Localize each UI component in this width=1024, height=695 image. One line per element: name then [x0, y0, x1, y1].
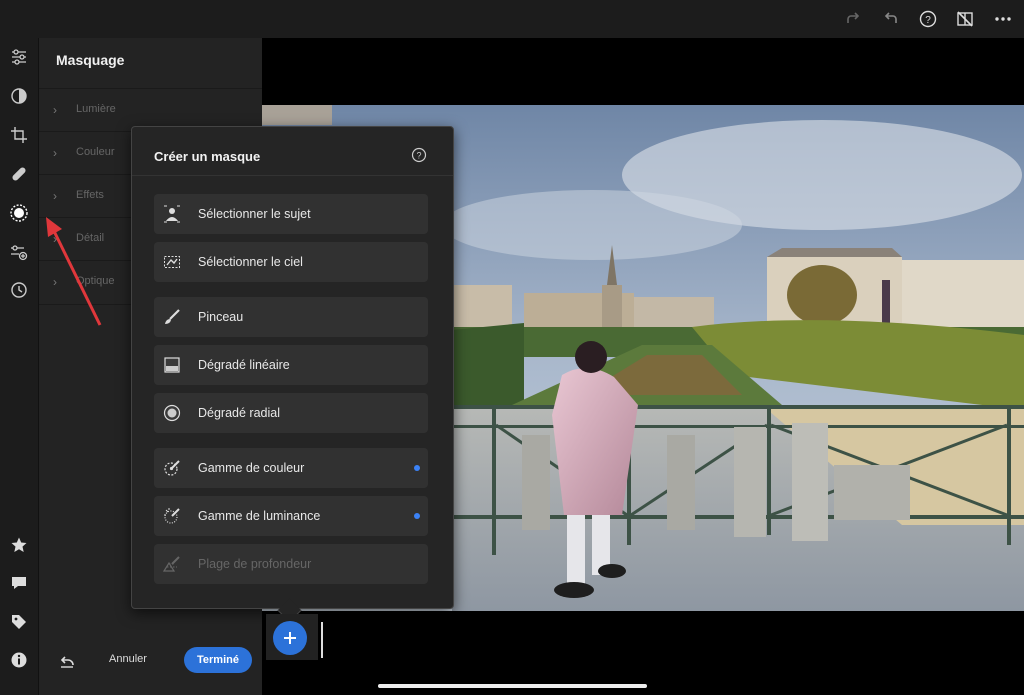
- option-linear-gradient[interactable]: Dégradé linéaire: [154, 345, 428, 385]
- top-bar: ?: [0, 0, 1024, 38]
- home-indicator: [378, 684, 647, 688]
- option-color-range[interactable]: Gamme de couleur: [154, 448, 428, 488]
- svg-text:?: ?: [925, 15, 931, 26]
- add-mask-button[interactable]: [273, 621, 307, 655]
- done-button[interactable]: Terminé: [184, 647, 252, 673]
- linear-gradient-icon: [163, 356, 181, 374]
- luminance-range-icon: [163, 507, 181, 525]
- new-badge-dot: [414, 465, 420, 471]
- divider: [132, 175, 453, 176]
- edit-sliders-icon[interactable]: [8, 46, 30, 68]
- tag-icon[interactable]: [8, 611, 30, 633]
- option-select-sky[interactable]: Sélectionner le ciel: [154, 242, 428, 282]
- option-depth-range: Plage de profondeur: [154, 544, 428, 584]
- photo-edge: [262, 105, 332, 125]
- option-label: Dégradé radial: [198, 406, 280, 420]
- option-luminance-range[interactable]: Gamme de luminance: [154, 496, 428, 536]
- compare-off-icon[interactable]: [954, 8, 976, 30]
- undo-icon: [60, 656, 74, 668]
- cancel-button[interactable]: Annuler: [109, 653, 147, 665]
- versions-icon[interactable]: [8, 241, 30, 263]
- option-label: Plage de profondeur: [198, 557, 312, 571]
- new-badge-dot: [414, 513, 420, 519]
- crop-icon[interactable]: [8, 124, 30, 146]
- star-icon[interactable]: [8, 534, 30, 556]
- redo-icon[interactable]: [842, 8, 864, 30]
- chevron-right-icon: ›: [53, 103, 57, 117]
- option-label: Sélectionner le sujet: [198, 207, 311, 221]
- option-label: Dégradé linéaire: [198, 358, 290, 372]
- comment-icon[interactable]: [8, 572, 30, 594]
- select-subject-icon: [163, 205, 181, 223]
- reset-undo-button[interactable]: [56, 650, 78, 672]
- option-brush[interactable]: Pinceau: [154, 297, 428, 337]
- chevron-right-icon: ›: [53, 189, 57, 203]
- history-icon[interactable]: [8, 279, 30, 301]
- plus-icon: [284, 632, 296, 644]
- option-select-subject[interactable]: Sélectionner le sujet: [154, 194, 428, 234]
- section-label: Lumière: [76, 103, 116, 115]
- tool-rail: [0, 38, 39, 695]
- panel-title: Masquage: [56, 52, 125, 68]
- more-icon[interactable]: [992, 8, 1014, 30]
- section-label: Effets: [76, 189, 104, 201]
- svg-text:?: ?: [416, 151, 421, 161]
- masking-icon[interactable]: [8, 202, 30, 224]
- popup-title: Créer un masque: [154, 149, 261, 164]
- annotation-arrow: [46, 217, 102, 326]
- section-label: Couleur: [76, 146, 115, 158]
- create-mask-popup: Créer un masque ? Sélectionner le sujet …: [131, 126, 454, 609]
- depth-range-icon: [163, 555, 181, 573]
- option-label: Sélectionner le ciel: [198, 255, 303, 269]
- help-icon[interactable]: ?: [411, 147, 427, 163]
- chevron-right-icon: ›: [53, 146, 57, 160]
- heal-icon[interactable]: [8, 163, 30, 185]
- option-label: Gamme de luminance: [198, 509, 321, 523]
- option-label: Pinceau: [198, 310, 244, 324]
- info-icon[interactable]: [8, 649, 30, 671]
- text-cursor: [321, 622, 323, 658]
- undo-icon[interactable]: [880, 8, 902, 30]
- presets-icon[interactable]: [8, 85, 30, 107]
- radial-gradient-icon: [163, 404, 181, 422]
- option-radial-gradient[interactable]: Dégradé radial: [154, 393, 428, 433]
- color-range-icon: [163, 459, 181, 477]
- help-icon[interactable]: ?: [917, 8, 939, 30]
- brush-icon: [163, 308, 181, 326]
- option-label: Gamme de couleur: [198, 461, 305, 475]
- select-sky-icon: [163, 253, 181, 271]
